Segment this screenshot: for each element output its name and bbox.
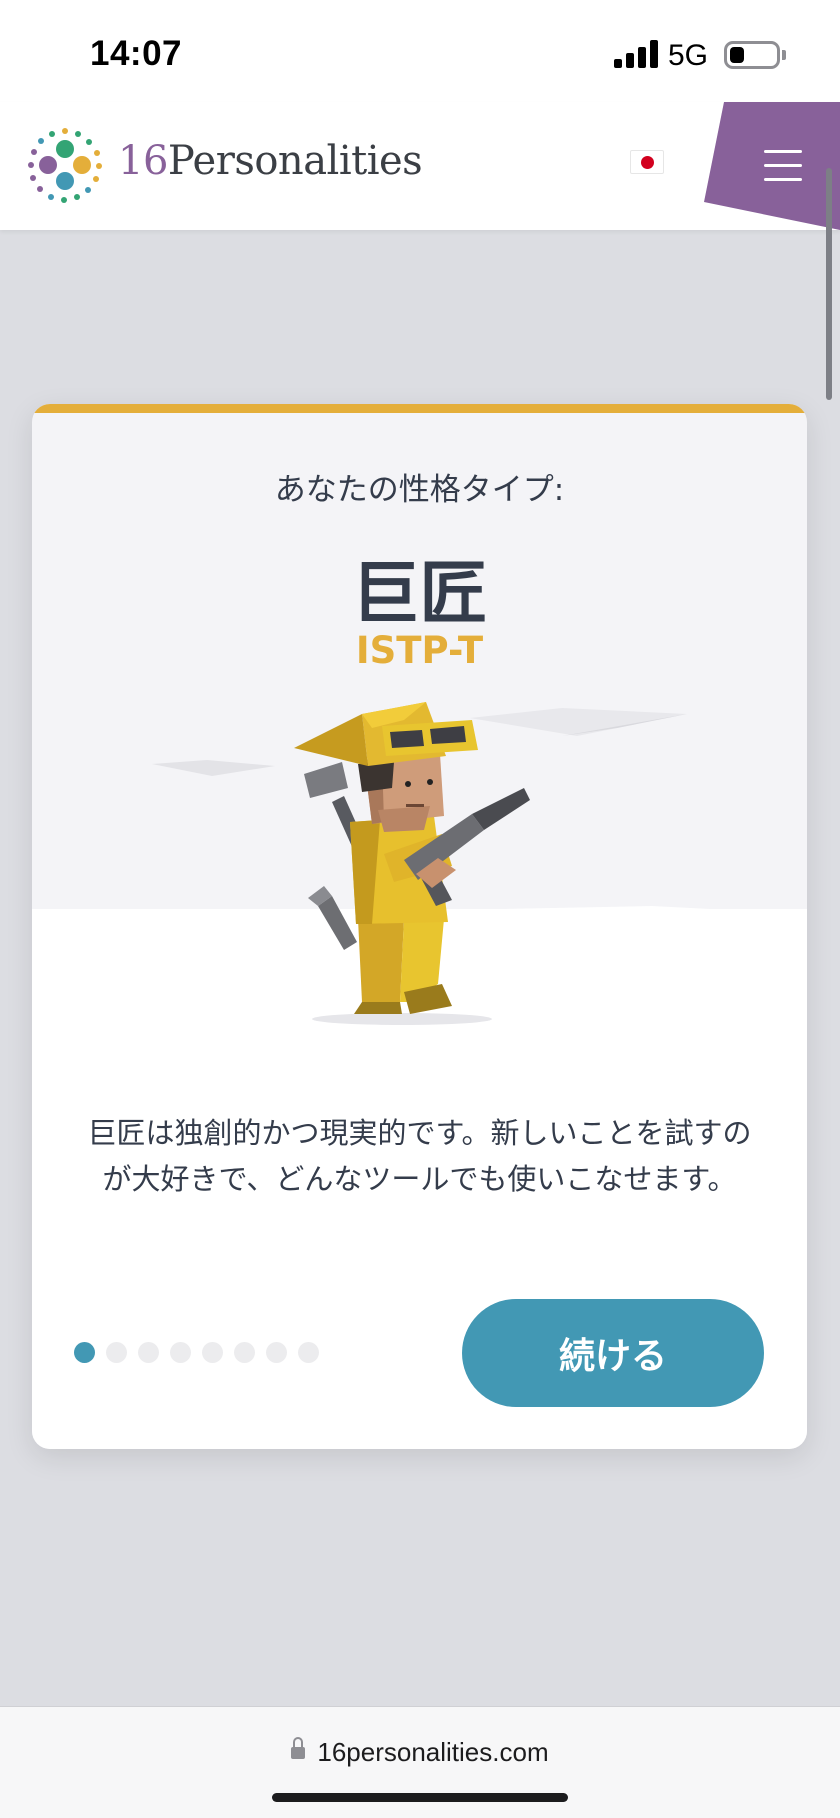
result-card: あなたの性格タイプ: 巨匠 ISTP-T 巨匠は独創的かつ現実的です。新しいこと… [32,404,807,1449]
signal-icon [614,40,658,68]
virtuoso-character-illustration [32,702,807,1064]
card-accent-bar [32,404,807,413]
site-header: 16Personalities [0,102,840,230]
url-text: 16personalities.com [317,1737,549,1767]
hamburger-menu-icon[interactable] [764,150,802,182]
pagination-dot-2[interactable] [106,1342,127,1363]
battery-icon [724,41,780,69]
pagination-dot-4[interactable] [170,1342,191,1363]
browser-address-bar: 16personalities.com [0,1706,840,1818]
scrollbar[interactable] [826,168,832,400]
pagination-dot-6[interactable] [234,1342,255,1363]
pagination-dot-3[interactable] [138,1342,159,1363]
personality-type-code: ISTP-T [355,629,484,672]
network-label: 5G [668,39,709,72]
pagination-dot-5[interactable] [202,1342,223,1363]
status-time: 14:07 [90,34,183,73]
battery-cap [782,50,786,60]
personality-type-label: あなたの性格タイプ: [274,472,565,508]
status-bar: 14:07 5G [0,0,840,102]
pagination-dot-1[interactable] [74,1342,95,1363]
logo-wordmark[interactable]: 16Personalities [118,138,423,184]
url-field[interactable]: 16personalities.com [0,1737,840,1768]
home-indicator[interactable] [272,1793,568,1802]
personality-description: 巨匠は独創的かつ現実的です。新しいことを試すのが大好きで、どんなツールでも使いこ… [87,1116,752,1196]
japan-flag-icon[interactable] [630,150,664,174]
pagination-dot-8[interactable] [298,1342,319,1363]
lock-icon [291,1737,306,1762]
personality-type-name: 巨匠 [351,555,488,634]
pagination-dot-7[interactable] [266,1342,287,1363]
continue-button[interactable]: 続ける [462,1299,764,1407]
logo-icon[interactable] [22,122,108,208]
